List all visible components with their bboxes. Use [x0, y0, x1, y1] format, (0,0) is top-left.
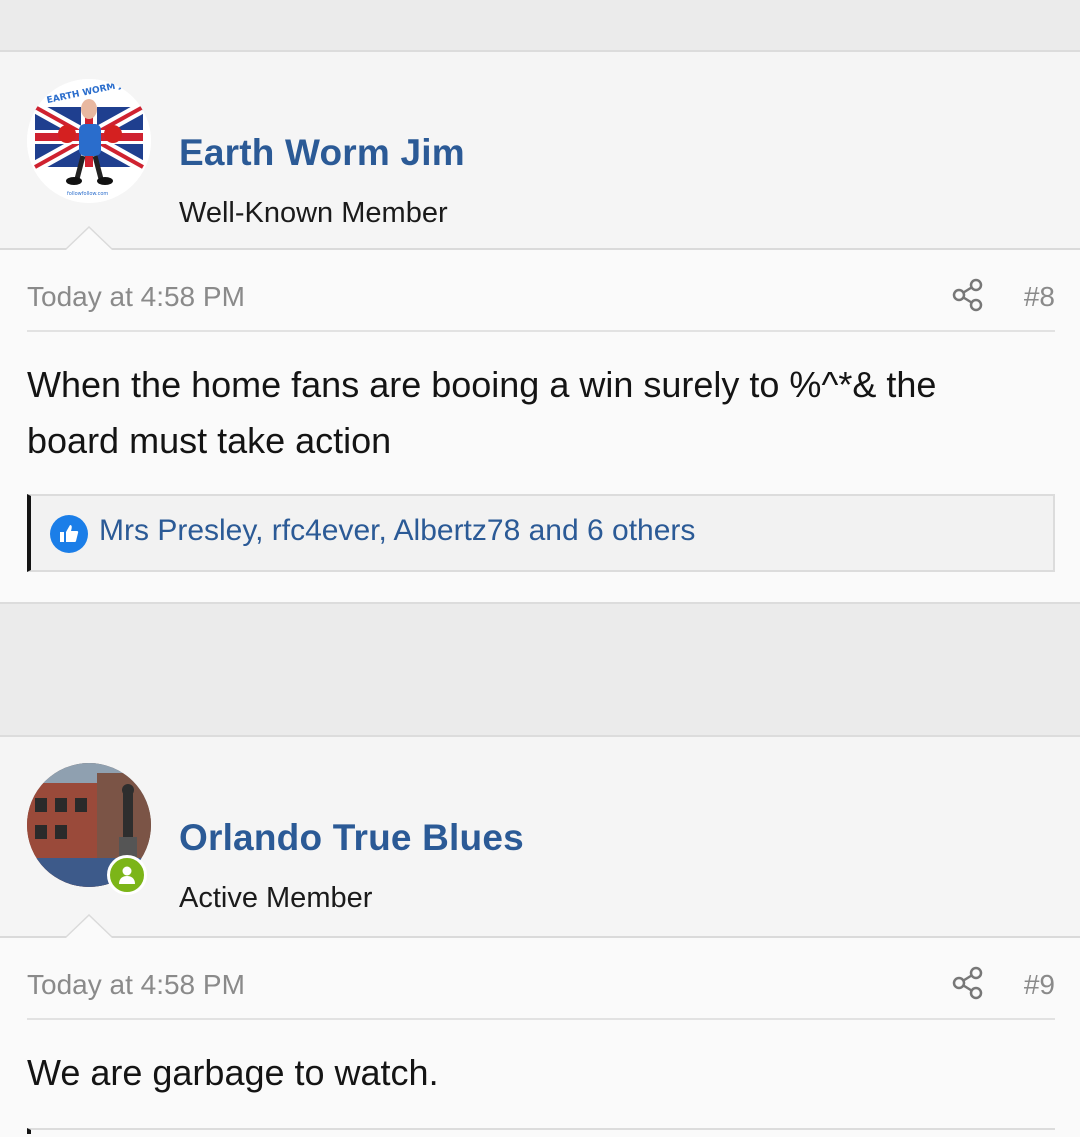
- post-meta: Today at 4:58 PM #9: [27, 966, 1055, 1020]
- post-meta: Today at 4:58 PM #8: [27, 278, 1055, 332]
- post-9: Orlando True Blues Active Member Today a…: [0, 737, 1080, 1137]
- post-message: We are garbage to watch.: [27, 1052, 439, 1093]
- top-gap: [0, 0, 1080, 52]
- username[interactable]: Orlando True Blues: [179, 817, 524, 859]
- online-user-icon: [107, 855, 147, 895]
- username[interactable]: Earth Worm Jim: [179, 132, 465, 174]
- svg-text:followfollow.com: followfollow.com: [67, 191, 108, 197]
- post-body: Today at 4:58 PM #8 When the home fans a…: [0, 250, 1080, 602]
- reactions-bar[interactable]: Mrs Presley, rfc4ever, Albertz78 and 6 o…: [27, 494, 1055, 572]
- like-icon: [50, 515, 88, 553]
- avatar[interactable]: EARTH WORM JIM followfollow.com: [27, 79, 151, 203]
- user-title: Active Member: [179, 882, 373, 914]
- post-message: When the home fans are booing a win sure…: [27, 364, 937, 461]
- user-title: Well-Known Member: [179, 197, 448, 229]
- post-body: Today at 4:58 PM #9 We are garbage to wa…: [0, 938, 1080, 1137]
- post-timestamp[interactable]: Today at 4:58 PM: [27, 281, 245, 313]
- user-header: EARTH WORM JIM followfollow.com Earth Wo…: [0, 52, 1080, 250]
- reaction-users[interactable]: Mrs Presley, rfc4ever, Albertz78 and 6 o…: [99, 514, 695, 548]
- share-icon[interactable]: [951, 278, 985, 312]
- user-header: Orlando True Blues Active Member: [0, 737, 1080, 938]
- post-number[interactable]: #8: [1024, 281, 1055, 313]
- post-timestamp[interactable]: Today at 4:58 PM: [27, 969, 245, 1001]
- post-separator: [0, 602, 1080, 737]
- post-number[interactable]: #9: [1024, 969, 1055, 1001]
- speech-arrow: [64, 226, 114, 250]
- speech-arrow: [64, 914, 114, 938]
- share-icon[interactable]: [951, 966, 985, 1000]
- post-8: EARTH WORM JIM followfollow.com Earth Wo…: [0, 52, 1080, 602]
